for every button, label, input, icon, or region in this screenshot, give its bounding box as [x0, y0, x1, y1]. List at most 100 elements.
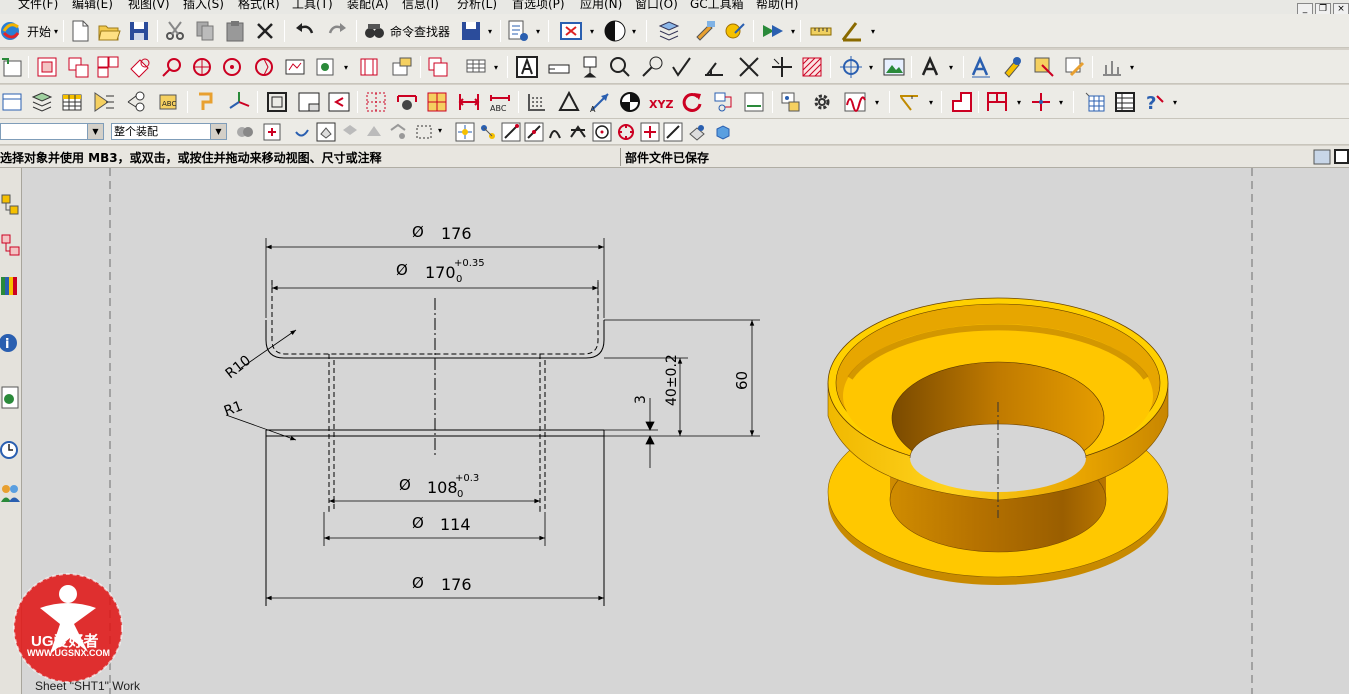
chain-dimension-icon[interactable] [425, 90, 449, 114]
point-on-curve-snap-icon[interactable] [663, 122, 683, 142]
profile-step-icon[interactable] [950, 90, 974, 114]
menu-help[interactable]: 帮助(H) [756, 0, 798, 11]
cross-point-icon[interactable] [1029, 90, 1053, 114]
information-dropdown-icon[interactable]: ▾ [536, 27, 540, 36]
gear-icon[interactable] [810, 90, 834, 114]
redo-icon[interactable] [325, 19, 349, 43]
drawing-view-icon[interactable] [66, 55, 90, 79]
layer-grid-icon[interactable] [1083, 90, 1107, 114]
clock-icon[interactable] [0, 435, 21, 465]
view-dropdown-icon[interactable]: ▾ [344, 63, 348, 72]
cross-dropdown-icon[interactable]: ▾ [1059, 98, 1063, 107]
spreadsheet-icon[interactable] [60, 90, 84, 114]
annotation-dropdown-icon[interactable]: ▾ [949, 63, 953, 72]
rectangle-select-dropdown-icon[interactable]: ▾ [438, 126, 442, 135]
general-selection-icon[interactable] [262, 122, 282, 142]
center-of-mass-icon[interactable] [618, 90, 642, 114]
reset-filter-icon[interactable] [292, 122, 312, 142]
edit-text-icon[interactable] [969, 55, 993, 79]
new-file-icon[interactable] [68, 19, 92, 43]
menu-assemblies[interactable]: 装配(A) [347, 0, 389, 11]
origin-tool-icon[interactable] [1063, 55, 1087, 79]
associativity-icon[interactable] [712, 90, 736, 114]
revolved-section-icon[interactable] [220, 55, 244, 79]
part-navigator-icon[interactable] [0, 271, 21, 301]
auto-balloon-icon[interactable]: ABC [157, 90, 181, 114]
edit-style-icon[interactable] [1032, 55, 1056, 79]
revision-block-icon[interactable] [327, 90, 351, 114]
control-point-snap-icon[interactable] [546, 122, 566, 142]
select-in-view-icon[interactable] [316, 122, 336, 142]
graphics-window[interactable]: Ø 176 Ø 170 +0.35 0 Ø 108 +0.3 0 Ø 114 Ø… [22, 168, 1349, 694]
centerline-dropdown-icon[interactable]: ▾ [869, 63, 873, 72]
midpoint-snap-icon[interactable] [524, 122, 544, 142]
hatch-settings-icon[interactable] [1100, 55, 1124, 79]
section-line-icon[interactable] [742, 90, 766, 114]
help-dropdown-icon[interactable]: ▾ [1173, 98, 1177, 107]
axis-triad-icon[interactable] [227, 90, 251, 114]
centerline-icon[interactable] [839, 55, 863, 79]
chevron-down-icon[interactable]: ▼ [210, 124, 226, 139]
snap-points-multiple-icon[interactable] [478, 122, 498, 142]
surface-finish-icon[interactable] [670, 55, 694, 79]
dimensions[interactable] [225, 238, 760, 606]
menu-format[interactable]: 格式(R) [238, 0, 280, 11]
history-icon[interactable]: i [0, 328, 21, 358]
ordinate-dimension-icon[interactable] [364, 90, 388, 114]
view-dependent-edit-icon[interactable] [357, 55, 381, 79]
spline-icon[interactable] [843, 90, 867, 114]
binoculars-icon[interactable] [362, 19, 386, 43]
wcs-icon[interactable] [723, 19, 747, 43]
menu-view[interactable]: 视图(V) [128, 0, 170, 11]
menu-analysis[interactable]: 分析(L) [457, 0, 497, 11]
selection-priority-icon[interactable] [760, 19, 784, 43]
annotation-style-icon[interactable] [919, 55, 943, 79]
close-icon[interactable]: × [1333, 3, 1349, 14]
shading-icon[interactable] [603, 19, 627, 43]
broken-view-icon[interactable] [252, 55, 276, 79]
measure-distance-icon[interactable] [809, 19, 833, 43]
frame-section-icon[interactable] [985, 90, 1009, 114]
type-filter-select[interactable]: ▼ [0, 123, 104, 140]
xyz-point-icon[interactable]: XYZ [649, 90, 673, 114]
leader-arrow-icon[interactable]: A [588, 90, 612, 114]
help-icon[interactable]: ? [1143, 90, 1167, 114]
measure-angle-icon[interactable] [840, 19, 864, 43]
hatch-dropdown-icon[interactable]: ▾ [1130, 63, 1134, 72]
start-icon[interactable] [0, 19, 24, 43]
image-icon[interactable] [882, 55, 906, 79]
select-curve-icon[interactable] [388, 122, 408, 142]
full-screen-icon[interactable] [1312, 147, 1332, 167]
paste-icon[interactable] [223, 19, 247, 43]
datum-target-icon[interactable] [608, 55, 632, 79]
target-point-icon[interactable] [770, 55, 794, 79]
edit-settings-icon[interactable] [1001, 55, 1025, 79]
menu-edit[interactable]: 编辑(E) [72, 0, 113, 11]
layer-stack-icon[interactable] [30, 90, 54, 114]
update-view-icon[interactable] [313, 55, 337, 79]
fit-view-dropdown-icon[interactable]: ▾ [590, 27, 594, 36]
drawing-template-icon[interactable] [426, 55, 450, 79]
inclined-dropdown-icon[interactable]: ▾ [929, 98, 933, 107]
menu-information[interactable]: 信息(I) [402, 0, 439, 11]
constraint-navigator-icon[interactable] [0, 231, 21, 261]
base-view-icon[interactable] [35, 55, 59, 79]
regenerate-icon[interactable] [680, 90, 704, 114]
selection-dropdown-icon[interactable]: ▾ [791, 27, 795, 36]
layer-settings-icon[interactable] [657, 19, 681, 43]
weld-symbol-icon[interactable] [702, 55, 726, 79]
menu-preferences[interactable]: 首选项(P) [512, 0, 565, 11]
grid-points-icon[interactable] [525, 90, 549, 114]
feature-control-frame-icon[interactable] [547, 55, 571, 79]
chevron-down-icon[interactable]: ▼ [87, 124, 103, 139]
copy-icon[interactable] [193, 19, 217, 43]
table-grid-icon[interactable] [1113, 90, 1137, 114]
view-boundary-icon[interactable] [283, 55, 307, 79]
balloon-icon[interactable] [125, 90, 149, 114]
text-dimension-icon[interactable]: ABC [488, 90, 512, 114]
select-body-icon[interactable] [364, 122, 384, 142]
menu-insert[interactable]: 插入(S) [183, 0, 224, 11]
table-dropdown-icon[interactable]: ▾ [494, 63, 498, 72]
information-icon[interactable] [506, 19, 530, 43]
menu-tools[interactable]: 工具(T) [292, 0, 333, 11]
